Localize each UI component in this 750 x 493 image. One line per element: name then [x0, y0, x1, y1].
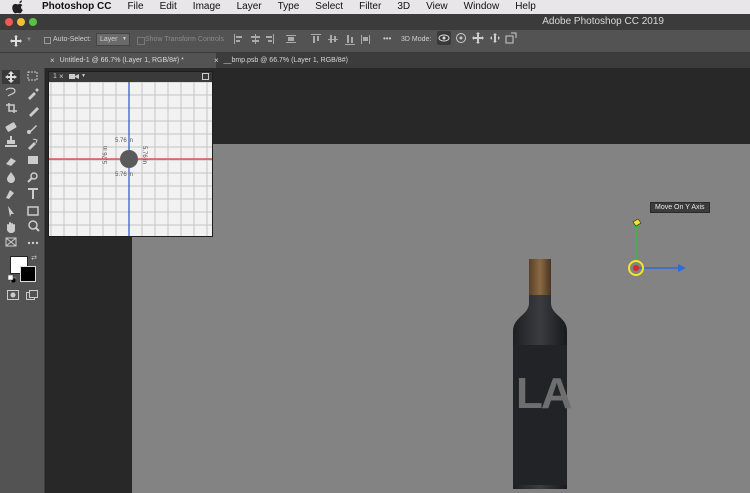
auto-select-label: Auto-Select:: [53, 36, 92, 43]
show-transform-checkbox[interactable]: [137, 37, 145, 45]
camera-view-number: 1: [53, 73, 57, 80]
background-color-swatch[interactable]: [20, 266, 36, 282]
3d-pan-icon[interactable]: [472, 32, 484, 44]
menu-app-name[interactable]: Photoshop CC: [34, 0, 119, 14]
chevron-down-icon[interactable]: ▼: [26, 37, 32, 43]
options-bar: ▼ Auto-Select: Layer ▼ Show Transform Co…: [0, 30, 750, 53]
tab-label: Untitled-1 @ 66.7% (Layer 1, RGB/8#) *: [59, 57, 184, 64]
window-title: Adobe Photoshop CC 2019: [542, 16, 664, 27]
3d-axis-widget[interactable]: [624, 214, 690, 280]
3d-mode-label: 3D Mode:: [401, 36, 432, 43]
tab-bmp-psb[interactable]: × __bmp.psb @ 66.7% (Layer 1, RGB/8#): [208, 53, 395, 68]
camera-icon[interactable]: [69, 73, 79, 80]
3d-camera-view-panel: 1 × ▼ 5.76 in 5.76 in 5.76 in 5.76 in: [48, 71, 213, 237]
measure-right: 5.76 in: [141, 145, 148, 165]
close-tab-icon[interactable]: ×: [214, 56, 219, 65]
tab-label: __bmp.psb @ 66.7% (Layer 1, RGB/8#): [223, 57, 348, 64]
menu-view[interactable]: View: [418, 0, 456, 14]
chevron-down-icon[interactable]: ▼: [81, 73, 86, 79]
menu-select[interactable]: Select: [307, 0, 351, 14]
swap-colors-icon[interactable]: ⇄: [30, 254, 38, 262]
align-icons-group[interactable]: [231, 32, 371, 46]
tooltip: Move On Y Axis: [650, 202, 710, 213]
minimize-window-button[interactable]: [17, 18, 25, 26]
document-tab-bar: × Untitled-1 @ 66.7% (Layer 1, RGB/8#) *…: [44, 53, 750, 68]
3d-scale-icon[interactable]: [505, 32, 517, 44]
menu-edit[interactable]: Edit: [152, 0, 185, 14]
close-panel-icon[interactable]: ×: [59, 72, 64, 81]
default-colors-icon[interactable]: [8, 275, 16, 283]
zoom-window-button[interactable]: [29, 18, 37, 26]
apple-icon[interactable]: [12, 0, 26, 14]
close-window-button[interactable]: [5, 18, 13, 26]
tools-panel: ⇄: [0, 68, 45, 493]
measure-left: 5.76 in: [103, 145, 110, 165]
menu-file[interactable]: File: [119, 0, 151, 14]
auto-select-dropdown[interactable]: Layer ▼: [96, 33, 130, 46]
menu-type[interactable]: Type: [270, 0, 308, 14]
ground-plane-grid: [49, 82, 212, 236]
measure-top: 5.76 in: [115, 138, 134, 144]
bottle-label-text: LA: [516, 369, 573, 418]
title-bar: Adobe Photoshop CC 2019: [0, 14, 750, 30]
auto-select-value: Layer: [100, 36, 118, 43]
show-transform-label: Show Transform Controls: [145, 36, 224, 43]
camera-view-header: 1 × ▼: [49, 72, 212, 82]
more-options-button[interactable]: •••: [383, 34, 391, 43]
menu-window[interactable]: Window: [456, 0, 508, 14]
chevron-down-icon: ▼: [122, 36, 127, 42]
menu-image[interactable]: Image: [185, 0, 229, 14]
3d-orbit-button[interactable]: [437, 31, 451, 45]
menu-bar: Photoshop CC File Edit Image Layer Type …: [0, 0, 750, 14]
menu-3d[interactable]: 3D: [389, 0, 418, 14]
menu-layer[interactable]: Layer: [229, 0, 270, 14]
tab-untitled-1[interactable]: × Untitled-1 @ 66.7% (Layer 1, RGB/8#) *: [44, 53, 216, 68]
menu-filter[interactable]: Filter: [351, 0, 389, 14]
move-tool-icon[interactable]: [10, 35, 22, 47]
document-canvas[interactable]: [132, 144, 750, 493]
3d-slide-icon[interactable]: [489, 32, 501, 44]
menu-help[interactable]: Help: [507, 0, 544, 14]
measure-bottom: 5.76 in: [115, 172, 134, 178]
maximize-panel-icon[interactable]: [202, 73, 209, 80]
3d-roll-icon[interactable]: [455, 32, 467, 44]
auto-select-checkbox[interactable]: [44, 37, 51, 44]
close-tab-icon[interactable]: ×: [50, 56, 55, 65]
quick-mask-icon[interactable]: [6, 289, 20, 301]
screen-mode-icon[interactable]: [25, 289, 39, 301]
